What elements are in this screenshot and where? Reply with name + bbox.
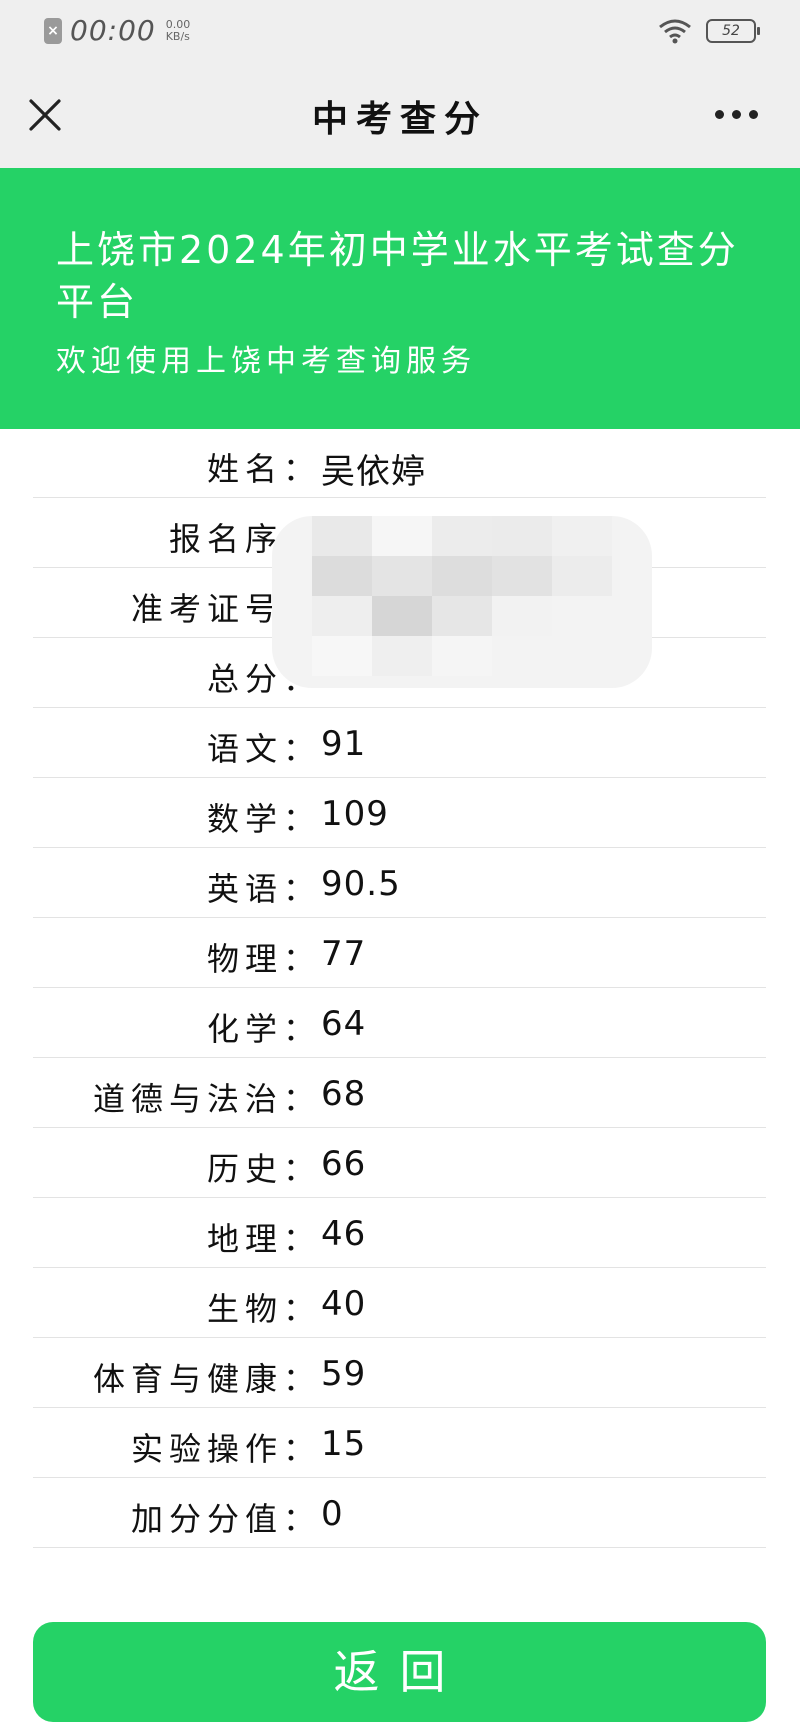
row-label: 加分分值：	[130, 1500, 321, 1538]
battery-level: 52	[722, 23, 740, 39]
privacy-mosaic	[272, 516, 652, 688]
row-label: 道德与法治：	[92, 1080, 321, 1118]
row-value: 109	[321, 794, 389, 834]
row-value: 90.5	[321, 864, 401, 904]
sim-blocked-icon: ×	[44, 17, 62, 44]
row-value: 68	[321, 1074, 367, 1114]
status-left: × 00:00 0.00 KB/s	[44, 14, 190, 47]
score-row-biology: 生物： 40	[33, 1268, 766, 1338]
row-label: 地理：	[206, 1220, 321, 1258]
return-button[interactable]: 返回	[33, 1622, 766, 1722]
more-icon[interactable]	[715, 110, 758, 119]
row-label: 物理：	[206, 940, 321, 978]
score-row-math: 数学： 109	[33, 778, 766, 848]
score-row-name: 姓名： 吴依婷	[33, 428, 766, 498]
row-label: 实验操作：	[130, 1430, 321, 1468]
row-value: 59	[321, 1354, 367, 1394]
row-label: 英语：	[206, 870, 321, 908]
banner-title: 上饶市2024年初中学业水平考试查分平台	[56, 228, 739, 324]
row-value: 15	[321, 1424, 367, 1464]
score-row-english: 英语： 90.5	[33, 848, 766, 918]
row-label: 语文：	[206, 730, 321, 768]
row-label: 生物：	[206, 1290, 321, 1328]
row-value: 吴依婷	[321, 452, 426, 492]
battery-icon: 52	[706, 19, 760, 43]
row-label: 历史：	[206, 1150, 321, 1188]
row-label: 化学：	[206, 1010, 321, 1048]
row-value: 77	[321, 934, 367, 974]
banner-subtitle: 欢迎使用上饶中考查询服务	[56, 344, 476, 379]
score-row-physics: 物理： 77	[33, 918, 766, 988]
status-bar: × 00:00 0.00 KB/s 52	[0, 0, 800, 60]
wifi-icon	[659, 19, 691, 44]
row-value: 91	[321, 724, 367, 764]
score-row-chinese: 语文： 91	[33, 708, 766, 778]
row-value: 64	[321, 1004, 367, 1044]
more-dot	[749, 110, 758, 119]
network-speed: 0.00 KB/s	[165, 17, 191, 43]
header-banner: 上饶市2024年初中学业水平考试查分平台 欢迎使用上饶中考查询服务	[0, 168, 800, 429]
network-speed-value: 0.00	[165, 17, 191, 31]
score-row-lab-operation: 实验操作： 15	[33, 1408, 766, 1478]
row-value: 40	[321, 1284, 367, 1324]
row-label: 体育与健康：	[92, 1360, 321, 1398]
row-value: 46	[321, 1214, 367, 1254]
score-row-bonus-points: 加分分值： 0	[33, 1478, 766, 1548]
row-value: 66	[321, 1144, 367, 1184]
score-row-geography: 地理： 46	[33, 1198, 766, 1268]
more-dot	[715, 110, 724, 119]
more-dot	[732, 110, 741, 119]
nav-bar: 中考查分	[0, 60, 800, 168]
network-speed-unit: KB/s	[165, 29, 190, 43]
page-title: 中考查分	[311, 99, 488, 140]
status-time: 00:00	[70, 14, 156, 47]
status-right: 52	[658, 18, 760, 44]
score-row-history: 历史： 66	[33, 1128, 766, 1198]
row-value: 0	[321, 1494, 344, 1534]
row-label: 数学：	[206, 800, 321, 838]
score-row-pe-health: 体育与健康： 59	[33, 1338, 766, 1408]
score-row-chemistry: 化学： 64	[33, 988, 766, 1058]
score-row-morality-law: 道德与法治： 68	[33, 1058, 766, 1128]
row-label: 姓名：	[206, 450, 321, 488]
